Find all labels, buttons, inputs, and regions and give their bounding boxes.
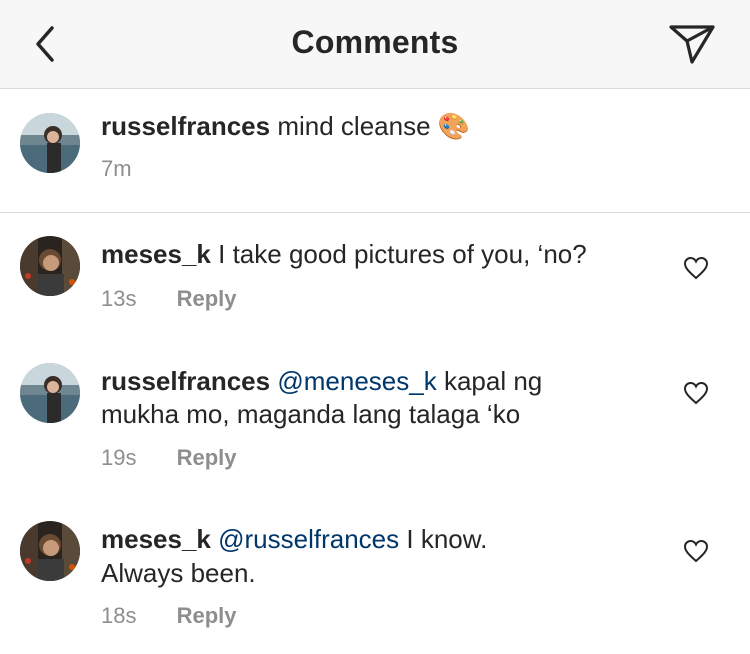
comment-body: I take good pictures of you, ‘no? bbox=[218, 239, 587, 269]
heart-icon[interactable] bbox=[683, 256, 709, 280]
comment-mention[interactable]: @meneses_k bbox=[277, 366, 436, 396]
comment-item: meses_k I take good pictures of you, ‘no… bbox=[0, 212, 750, 352]
comment-text-continued: Always been. bbox=[101, 558, 256, 588]
comment-meta: 18s Reply bbox=[101, 603, 237, 629]
comment-text: meses_k I take good pictures of you, ‘no… bbox=[101, 238, 587, 271]
page-title: Comments bbox=[291, 24, 459, 60]
comment-item: meses_k @russelfrances I know. Always be… bbox=[0, 510, 750, 654]
heart-icon[interactable] bbox=[683, 381, 709, 405]
reply-button[interactable]: Reply bbox=[177, 603, 237, 628]
comment-text-continued: mukha mo, maganda lang talaga ‘ko bbox=[101, 399, 521, 429]
avatar[interactable] bbox=[20, 113, 80, 173]
comment-text: russelfrances @meneses_k kapal ng bbox=[101, 365, 542, 398]
comment-username[interactable]: russelfrances bbox=[101, 366, 270, 396]
caption-time: 7m bbox=[101, 156, 132, 181]
comment-meta: 19s Reply bbox=[101, 445, 237, 471]
share-button[interactable] bbox=[668, 22, 716, 66]
comment-username[interactable]: meses_k bbox=[101, 239, 211, 269]
comment-time: 13s bbox=[101, 286, 137, 311]
avatar[interactable] bbox=[20, 363, 80, 423]
paper-plane-icon bbox=[669, 25, 715, 64]
caption-meta: 7m bbox=[101, 156, 132, 182]
comment-time: 19s bbox=[101, 445, 137, 470]
heart-icon[interactable] bbox=[683, 539, 709, 563]
caption-body: mind cleanse bbox=[277, 111, 431, 141]
comment-username[interactable]: meses_k bbox=[101, 524, 211, 554]
comment-body: kapal ng bbox=[443, 366, 543, 396]
comment-meta: 13s Reply bbox=[101, 286, 237, 312]
caption-username[interactable]: russelfrances bbox=[101, 111, 270, 141]
comment-text: meses_k @russelfrances I know. bbox=[101, 523, 487, 556]
comment-mention[interactable]: @russelfrances bbox=[218, 524, 399, 554]
comment-item: russelfrances @meneses_k kapal ng mukha … bbox=[0, 352, 750, 510]
reply-button[interactable]: Reply bbox=[177, 445, 237, 470]
caption-text: russelfrances mind cleanse 🎨 bbox=[101, 110, 470, 143]
comment-time: 18s bbox=[101, 603, 137, 628]
top-bar: Comments bbox=[0, 0, 750, 89]
avatar[interactable] bbox=[20, 521, 80, 581]
palette-emoji: 🎨 bbox=[437, 111, 471, 141]
post-caption: russelfrances mind cleanse 🎨 7m bbox=[0, 89, 750, 213]
avatar[interactable] bbox=[20, 236, 80, 296]
reply-button[interactable]: Reply bbox=[177, 286, 237, 311]
comment-body: I know. bbox=[406, 524, 488, 554]
